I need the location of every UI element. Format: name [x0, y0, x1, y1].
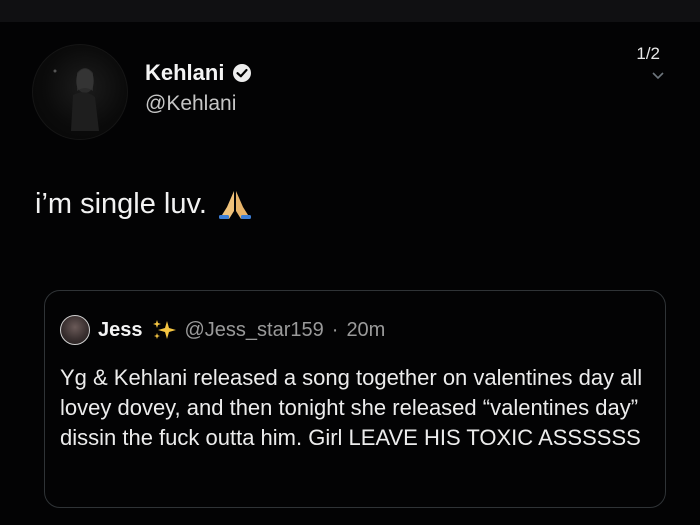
- quoted-avatar[interactable]: [60, 315, 90, 345]
- author-handle[interactable]: @Kehlani: [145, 92, 236, 116]
- quoted-tweet[interactable]: Jess @Jess_star159 · 20m Yg & Kehlani re…: [44, 290, 666, 508]
- folded-hands-icon: [218, 190, 251, 219]
- sparkles-icon: [152, 320, 176, 339]
- author-row: Kehlani: [145, 60, 252, 86]
- quoted-author-name[interactable]: Jess: [98, 319, 143, 342]
- avatar[interactable]: [32, 44, 128, 140]
- quoted-timestamp[interactable]: 20m: [346, 319, 385, 342]
- author-name[interactable]: Kehlani: [145, 60, 224, 86]
- quoted-tweet-header: Jess @Jess_star159 · 20m: [60, 315, 385, 345]
- image-counter: 1/2: [636, 44, 660, 63]
- verified-badge-icon: [233, 64, 252, 82]
- avatar-photo: [53, 68, 99, 131]
- tweet-text-row: i’m single luv.: [35, 188, 253, 221]
- quoted-tweet-text: Yg & Kehlani released a song together on…: [60, 365, 643, 450]
- chevron-down-icon[interactable]: [652, 72, 664, 80]
- quoted-author-handle[interactable]: @Jess_star159: [185, 319, 324, 342]
- quoted-separator: ·: [331, 318, 339, 341]
- top-strip: [0, 0, 700, 22]
- tweet-text: i’m single luv.: [35, 188, 207, 220]
